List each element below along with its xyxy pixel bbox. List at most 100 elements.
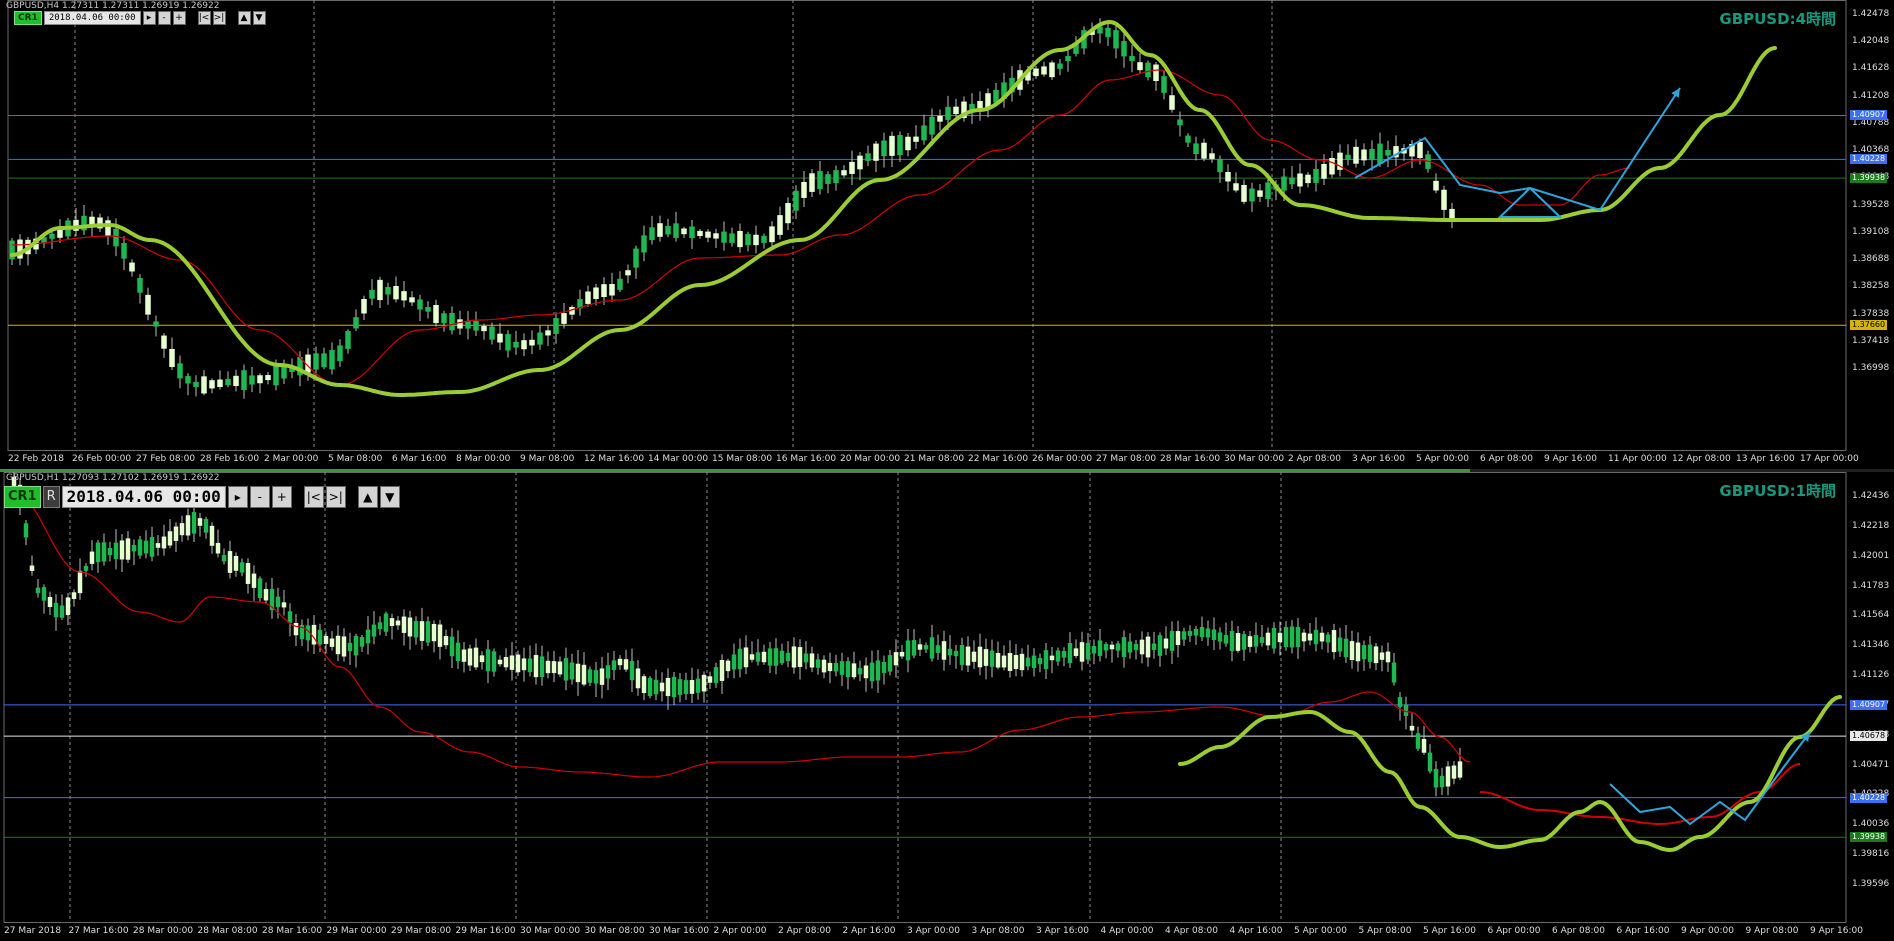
h1-zoom-out-button[interactable]: - xyxy=(249,486,270,508)
bottom-candle-body xyxy=(881,661,887,673)
bottom-candle xyxy=(533,643,539,685)
bottom-candle-body xyxy=(509,655,515,670)
top-candle-body xyxy=(161,335,167,349)
bottom-candle xyxy=(815,653,821,675)
h1-scroll-up-button[interactable]: ▲ xyxy=(357,486,378,508)
top-candle xyxy=(729,227,735,247)
h4-jump-start-button[interactable]: |< xyxy=(197,11,211,25)
bottom-candle xyxy=(1397,692,1403,721)
h1-r-button[interactable]: R xyxy=(42,486,60,508)
h4-chart-pane[interactable]: GBPUSD,H4 1.27311 1.27311 1.26919 1.2692… xyxy=(0,0,1894,469)
bottom-candle xyxy=(251,565,257,601)
h1-cr-button[interactable]: CR1 xyxy=(4,486,41,508)
bottom-candle xyxy=(521,647,527,682)
h4-scroll-down-button[interactable]: ▼ xyxy=(252,11,266,25)
bottom-candle xyxy=(89,540,95,571)
h4-zoom-in-button[interactable]: + xyxy=(172,11,186,25)
bottom-price-label: 1.40036 xyxy=(1852,819,1890,830)
bottom-candle-body xyxy=(89,551,95,564)
top-candle-body xyxy=(177,363,183,379)
bottom-candle xyxy=(347,632,353,665)
top-candle-body xyxy=(1385,149,1391,156)
top-candle-body xyxy=(377,279,383,301)
bottom-candle-body xyxy=(1397,697,1403,707)
bottom-candle xyxy=(809,646,815,673)
bottom-candle xyxy=(1157,632,1163,667)
bottom-candle-body xyxy=(1121,637,1127,657)
top-candle-body xyxy=(457,319,463,329)
bottom-candle-body xyxy=(161,536,167,549)
top-candle xyxy=(809,169,815,198)
h1-jump-start-button[interactable]: |< xyxy=(303,486,324,508)
bottom-candle-body xyxy=(377,622,383,629)
top-candle-body xyxy=(393,286,399,300)
top-candle xyxy=(241,364,247,399)
bottom-ma-projection-line xyxy=(1479,763,1800,825)
bottom-candle xyxy=(929,624,935,662)
h1-jump-end-button[interactable]: >| xyxy=(325,486,346,508)
h1-zoom-in-button[interactable]: + xyxy=(271,486,292,508)
top-candle-body xyxy=(465,321,471,329)
bottom-candle xyxy=(551,650,557,683)
bottom-candle xyxy=(509,642,515,681)
bottom-candle xyxy=(491,648,497,677)
bottom-candle-body xyxy=(1457,761,1463,778)
h1-time-axis[interactable]: 27 Mar 2018 27 Mar 16:00 28 Mar 00:00 28 Ma… xyxy=(0,923,1863,941)
h1-date-field[interactable]: 2018.04.06 00:00 xyxy=(61,486,226,508)
bottom-candle xyxy=(437,620,443,660)
top-candle xyxy=(697,228,703,239)
top-candle-body xyxy=(905,136,911,151)
bottom-price-tag: 1.39938 xyxy=(1850,832,1888,843)
top-candle-body xyxy=(1145,62,1151,78)
bottom-candle-body xyxy=(1145,636,1151,658)
bottom-candle xyxy=(821,655,827,679)
bottom-candle-body xyxy=(1283,627,1289,648)
bottom-candle-body xyxy=(1073,648,1079,656)
h1-play-button[interactable]: ▸ xyxy=(227,486,248,508)
top-candle xyxy=(801,171,807,208)
h4-cr-button[interactable]: CR1 xyxy=(14,11,42,25)
h1-chart-canvas[interactable] xyxy=(0,472,1894,941)
bottom-candle xyxy=(725,658,731,678)
h4-play-button[interactable]: ▸ xyxy=(142,11,156,25)
bottom-price-label: 1.41564 xyxy=(1852,610,1890,621)
bottom-candle-body xyxy=(965,646,971,666)
h4-scroll-up-button[interactable]: ▲ xyxy=(237,11,251,25)
top-candle xyxy=(417,294,423,322)
top-candle-body xyxy=(785,203,791,224)
top-candle xyxy=(345,329,351,354)
top-candle-body xyxy=(913,136,919,142)
h4-zoom-out-button[interactable]: - xyxy=(157,11,171,25)
top-candle xyxy=(937,109,943,131)
bottom-candle-body xyxy=(23,523,29,538)
bottom-time-label: 3 Apr 16:00 xyxy=(1036,926,1089,936)
top-candle xyxy=(9,238,15,266)
h4-time-axis[interactable]: 22 Feb 2018 26 Feb 00:00 27 Feb 08:00 28 Fe… xyxy=(0,451,1859,469)
bottom-candle xyxy=(581,652,587,687)
h1-chart-pane[interactable]: GBPUSD,H1 1.27093 1.27102 1.26919 1.2692… xyxy=(0,472,1894,941)
bottom-candle xyxy=(1427,744,1433,774)
top-candle xyxy=(1401,144,1407,161)
top-candle-body xyxy=(121,242,127,259)
h4-price-axis[interactable]: 1.42478 1.42048 1.41628 1.41208 1.40788 1.403… xyxy=(1846,0,1894,451)
bottom-candle xyxy=(1169,621,1175,664)
bottom-candle-body xyxy=(623,659,629,670)
h4-date-field[interactable]: 2018.04.06 00:00 xyxy=(43,11,141,25)
bottom-candle-body xyxy=(665,677,671,697)
bottom-candle-body xyxy=(1151,643,1157,650)
top-candle-body xyxy=(561,313,567,324)
h4-chart-canvas[interactable] xyxy=(0,0,1894,469)
h4-jump-end-button[interactable]: >| xyxy=(212,11,226,25)
bottom-candle-body xyxy=(611,660,617,670)
bottom-candle-body xyxy=(1361,645,1367,660)
h1-price-axis[interactable]: 1.42436 1.42218 1.42001 1.41783 1.41564 1.413… xyxy=(1846,472,1894,923)
bottom-candle xyxy=(683,672,689,700)
top-candle-body xyxy=(793,190,799,211)
top-candle-body xyxy=(1433,180,1439,191)
bottom-candle xyxy=(179,515,185,542)
top-candle xyxy=(681,226,687,238)
top-candle-body xyxy=(593,287,599,299)
top-candle-body xyxy=(169,349,175,368)
h1-scroll-down-button[interactable]: ▼ xyxy=(379,486,400,508)
bottom-candle xyxy=(629,648,635,693)
